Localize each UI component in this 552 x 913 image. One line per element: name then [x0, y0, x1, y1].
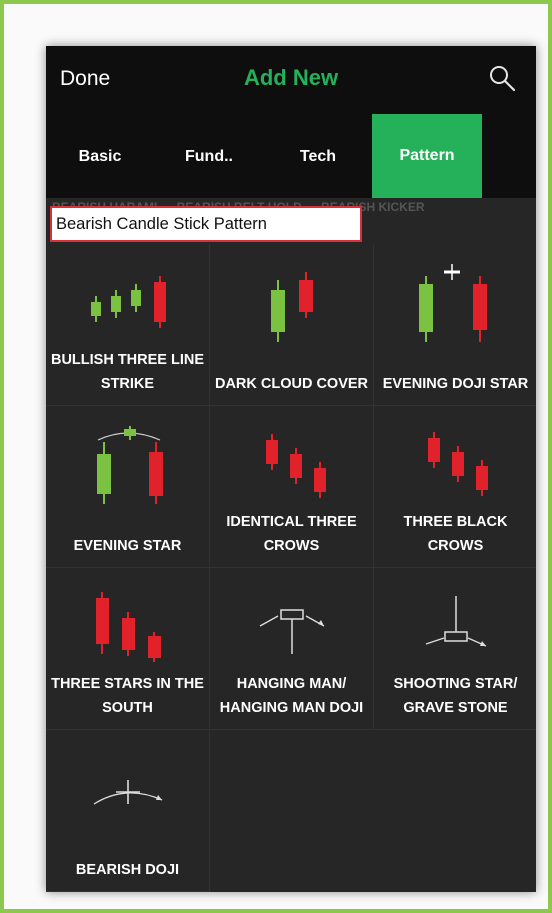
pattern-tile-bearish-doji[interactable]: BEARISH DOJI	[46, 730, 210, 892]
evening-star-icon	[97, 426, 163, 504]
pattern-name: HANGING MAN/ HANGING MAN DOJI	[219, 676, 364, 716]
bullish-three-line-strike-icon	[91, 276, 166, 328]
page-title: Add New	[243, 65, 339, 90]
hanging-man-icon	[259, 609, 325, 654]
pattern-tile-evening-doji-star[interactable]: EVENING DOJI STAR	[374, 244, 536, 406]
pattern-tile-bullish-three-line-strike[interactable]: BULLISH THREE LINE STRIKE	[46, 244, 210, 406]
tab-fundamental[interactable]: Fund..	[154, 116, 264, 198]
identical-three-crows-icon	[266, 434, 326, 498]
pattern-type-strip: BEARISH HARAMI BEARISH BELT HOLD BEARISH…	[46, 198, 536, 244]
pattern-name: THREE BLACK CROWS	[403, 514, 508, 554]
search-icon[interactable]	[486, 62, 520, 96]
pattern-tile-evening-star[interactable]: EVENING STAR	[46, 406, 210, 568]
tab-tech[interactable]: Tech	[264, 116, 372, 198]
pattern-name: EVENING STAR	[73, 538, 182, 554]
pattern-name: BULLISH THREE LINE STRIKE	[50, 352, 205, 392]
app-screen: Done Add New Basic Fund.. Tech Pattern B…	[46, 46, 536, 892]
pattern-name: DARK CLOUD COVER	[214, 376, 369, 392]
section-title: Bearish Candle Stick Pattern	[50, 206, 362, 242]
pattern-tile-three-stars-in-the-south[interactable]: THREE STARS IN THE SOUTH	[46, 568, 210, 730]
navigation-bar: Done Add New	[46, 46, 536, 116]
evening-doji-star-icon	[419, 264, 487, 342]
pattern-grid: BULLISH THREE LINE STRIKE DARK CLOUD COV…	[46, 244, 536, 892]
pattern-name: IDENTICAL THREE CROWS	[226, 514, 357, 554]
pattern-tile-three-black-crows[interactable]: THREE BLACK CROWS	[374, 406, 536, 568]
pattern-tile-shooting-star[interactable]: SHOOTING STAR/ GRAVE STONE	[374, 568, 536, 730]
category-tabs: Basic Fund.. Tech Pattern	[46, 114, 536, 198]
pattern-tile-hanging-man[interactable]: HANGING MAN/ HANGING MAN DOJI	[210, 568, 374, 730]
screenshot-frame: Done Add New Basic Fund.. Tech Pattern B…	[0, 0, 552, 913]
pattern-name: BEARISH DOJI	[75, 862, 180, 878]
pattern-tile-dark-cloud-cover[interactable]: DARK CLOUD COVER	[210, 244, 374, 406]
tab-basic[interactable]: Basic	[46, 116, 154, 198]
pattern-name: THREE STARS IN THE SOUTH	[51, 676, 204, 716]
bearish-doji-icon	[93, 780, 163, 805]
three-black-crows-icon	[428, 432, 488, 496]
pattern-name: EVENING DOJI STAR	[382, 376, 529, 392]
pattern-name: SHOOTING STAR/ GRAVE STONE	[393, 676, 518, 716]
pattern-tile-identical-three-crows[interactable]: IDENTICAL THREE CROWS	[210, 406, 374, 568]
dark-cloud-cover-icon	[271, 272, 313, 342]
three-stars-in-the-south-icon	[96, 592, 161, 662]
shooting-star-icon	[425, 596, 487, 647]
tab-pattern[interactable]: Pattern	[372, 114, 482, 198]
